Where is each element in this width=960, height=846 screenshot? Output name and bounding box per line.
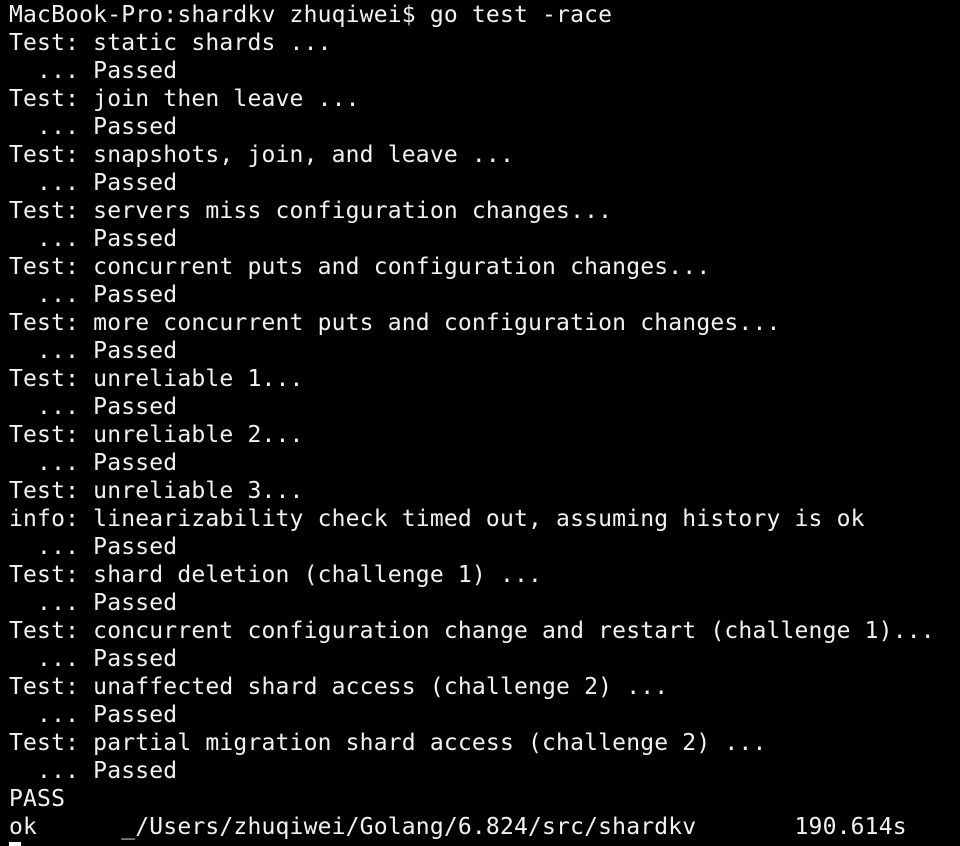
- output-line: Test: unreliable 2...: [9, 422, 304, 448]
- output-line: ... Passed: [9, 226, 178, 252]
- result-summary-line: ok _/Users/zhuqiwei/Golang/6.824/src/sha…: [9, 814, 907, 840]
- output-line: Test: snapshots, join, and leave ...: [9, 142, 514, 168]
- prompt-line[interactable]: [9, 841, 960, 846]
- output-line: ... Passed: [9, 282, 178, 308]
- output-line: Test: more concurrent puts and configura…: [9, 310, 781, 336]
- output-line: ... Passed: [9, 394, 178, 420]
- result-pass-line: PASS: [9, 786, 66, 812]
- output-line: Test: unaffected shard access (challenge…: [9, 674, 669, 700]
- output-line: Test: unreliable 1...: [9, 366, 304, 392]
- terminal-window[interactable]: MacBook-Pro:shardkv zhuqiwei$ go test -r…: [0, 0, 960, 846]
- output-line: Test: partial migration shard access (ch…: [9, 730, 767, 756]
- output-line: ... Passed: [9, 646, 178, 672]
- output-line: ... Passed: [9, 702, 178, 728]
- command-line: MacBook-Pro:shardkv zhuqiwei$ go test -r…: [9, 2, 613, 28]
- output-line: Test: servers miss configuration changes…: [9, 198, 613, 224]
- output-line: ... Passed: [9, 114, 178, 140]
- output-line: ... Passed: [9, 170, 178, 196]
- output-line: ... Passed: [9, 58, 178, 84]
- cursor-block: [9, 842, 21, 846]
- output-line: ... Passed: [9, 590, 178, 616]
- output-line: ... Passed: [9, 338, 178, 364]
- output-line: Test: join then leave ...: [9, 86, 360, 112]
- output-line: Test: concurrent configuration change an…: [9, 618, 935, 644]
- output-line: Test: unreliable 3...: [9, 478, 304, 504]
- output-line: Test: shard deletion (challenge 1) ...: [9, 562, 543, 588]
- output-line: ... Passed: [9, 450, 178, 476]
- output-line: ... Passed: [9, 758, 178, 784]
- output-line: info: linearizability check timed out, a…: [9, 506, 865, 532]
- output-line: Test: static shards ...: [9, 30, 332, 56]
- output-line: ... Passed: [9, 534, 178, 560]
- output-line: Test: concurrent puts and configuration …: [9, 254, 711, 280]
